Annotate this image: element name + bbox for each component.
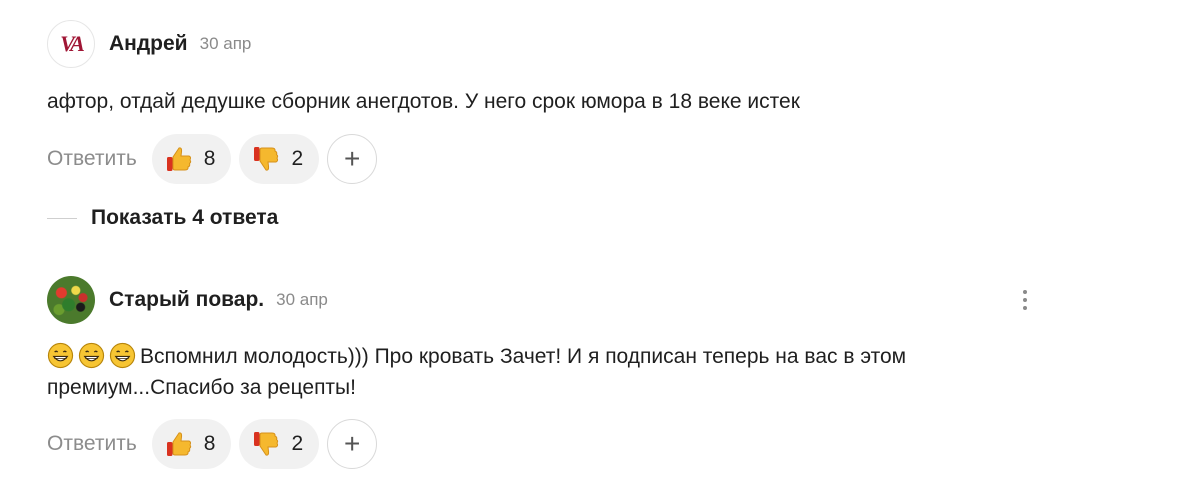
show-replies-button[interactable]: Показать 4 ответа [47, 206, 278, 230]
author-name[interactable]: Старый повар. [109, 288, 264, 312]
thumbs-up-icon [164, 429, 194, 459]
avatar-logo-text: VA [60, 31, 85, 56]
grinning-face-icon [78, 342, 105, 369]
dislike-count: 2 [291, 432, 304, 455]
dislike-button[interactable]: 2 [239, 419, 320, 469]
add-reaction-button[interactable]: + [327, 419, 378, 469]
plus-icon: + [343, 428, 361, 459]
comment: VA Андрей 30 апр афтор, отдай дедушке сб… [47, 19, 1037, 184]
reply-button[interactable]: Ответить [47, 147, 137, 171]
comment-date: 30 апр [199, 34, 252, 53]
comment-text-body: Вспомнил молодость))) Про кровать Зачет!… [47, 345, 907, 399]
comment-text: афтор, отдай дедушке сборник анегдотов. … [47, 90, 800, 113]
like-button[interactable]: 8 [151, 134, 232, 184]
like-count: 8 [203, 432, 216, 455]
comment-date: 30 апр [276, 290, 328, 309]
grinning-face-icon [109, 342, 136, 369]
grinning-face-icon [47, 342, 74, 369]
avatar[interactable]: VA [47, 20, 95, 68]
reply-button[interactable]: Ответить [47, 432, 137, 456]
thumbs-up-icon [164, 144, 194, 174]
more-vertical-icon[interactable] [1013, 287, 1037, 313]
like-count: 8 [203, 147, 216, 170]
comment-actions: Ответить 8 2 + [47, 419, 1037, 469]
thumbs-down-icon [251, 429, 281, 459]
like-button[interactable]: 8 [151, 419, 232, 469]
dislike-button[interactable]: 2 [239, 134, 320, 184]
comment-header: Старый повар. 30 апр [47, 275, 1037, 325]
avatar[interactable] [47, 276, 95, 324]
show-replies-label: Показать 4 ответа [91, 206, 279, 229]
comment-text: Вспомнил молодость))) Про кровать Зачет!… [47, 341, 1037, 403]
divider [47, 217, 77, 219]
author-name[interactable]: Андрей [109, 32, 188, 56]
plus-icon: + [343, 143, 361, 174]
thumbs-down-icon [251, 144, 281, 174]
comment-header: VA Андрей 30 апр [47, 19, 1037, 69]
comment: Старый повар. 30 апр Вспомнил молодость)… [47, 275, 1037, 469]
dislike-count: 2 [291, 147, 304, 170]
add-reaction-button[interactable]: + [327, 134, 378, 184]
comment-actions: Ответить 8 2 + [47, 134, 1037, 184]
